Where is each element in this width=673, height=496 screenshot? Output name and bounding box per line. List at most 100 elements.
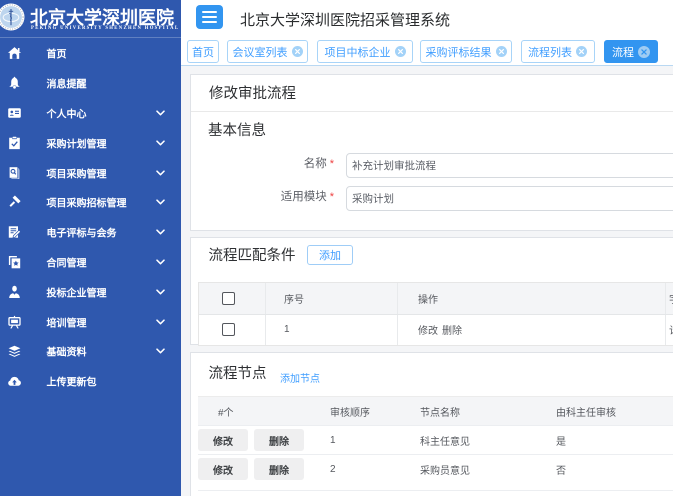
close-icon[interactable] [576,46,587,57]
sidebar-item-messages[interactable]: 消息提醒 [0,68,181,98]
sidebar-menu: 首页 消息提醒 个人中心 [0,39,181,397]
chevron-down-icon [156,198,165,207]
add-condition-button[interactable]: 添加 [307,245,353,265]
sidebar-item-bidders[interactable]: 投标企业管理 [0,277,181,307]
basic-info-card: 修改审批流程 基本信息 名称* 适用模块* [190,74,673,231]
field-label-name: 名称* [191,155,334,171]
flow-nodes-card: 流程节点 添加节点 #个 审核顺序 节点名称 由科主任审核 修改 删除 1 科主… [190,352,673,496]
sidebar-item-contracts[interactable]: 合同管理 [0,247,181,277]
gavel-icon [8,196,21,209]
clipboard-check-icon [8,136,21,149]
sidebar-item-label: 投标企业管理 [47,284,107,299]
sidebar-item-label: 培训管理 [47,314,87,329]
row-order: 2 [330,464,336,475]
column-header-name: 节点名称 [420,408,460,419]
divider [191,111,673,112]
field-label-module: 适用模块* [191,188,334,204]
required-asterisk: * [330,191,334,203]
files-star-icon [8,255,21,268]
close-icon[interactable] [292,46,303,57]
sidebar-item-label: 个人中心 [47,105,87,120]
sidebar-item-label: 上传更新包 [47,374,97,389]
sidebar-item-label: 合同管理 [47,254,87,269]
column-header-field: 字段 [669,291,673,306]
sidebar-item-home[interactable]: 首页 [0,39,181,69]
required-asterisk: * [330,158,334,170]
menu-toggle-button[interactable] [196,5,223,29]
section-heading-match-conditions: 流程匹配条件 [209,248,296,264]
tab-home[interactable]: 首页 [187,40,219,63]
chevron-down-icon [156,168,165,177]
sidebar-item-label: 项目采购管理 [47,165,107,180]
sidebar-item-label: 消息提醒 [47,76,87,91]
select-all-checkbox[interactable] [222,292,235,305]
hamburger-icon [202,11,217,13]
chevron-down-icon [156,317,165,326]
table-row: 修改 删除 2 采购员意见 否 [198,455,673,491]
delete-button[interactable]: 删除 [254,458,304,480]
tab-meeting-rooms[interactable]: 会议室列表 [227,40,308,63]
sidebar-item-label: 采购计划管理 [47,135,107,150]
sidebar-item-label: 首页 [47,46,67,61]
row-index: 1 [284,324,290,335]
close-icon[interactable] [638,46,650,58]
sidebar-item-upload-package[interactable]: 上传更新包 [0,366,181,396]
flow-nodes-table: #个 审核顺序 节点名称 由科主任审核 修改 删除 1 科主任意见 是 修改 删… [198,396,673,491]
chevron-down-icon [156,138,165,147]
column-header-ops: #个 [218,404,234,419]
module-input[interactable] [346,186,673,211]
table-row: 修改 删除 1 科主任意见 是 [198,426,673,455]
table-header-row: 序号 操作 字段 [199,283,673,315]
column-header-ops: 操作 [418,291,438,306]
sidebar-item-tendering[interactable]: 项目采购招标管理 [0,187,181,217]
table-row: 1 修改删除 计划类型 [199,315,673,345]
chevron-down-icon [156,228,165,237]
tab-winning-bidders[interactable]: 项目中标企业 [317,40,413,63]
tab-flow-list[interactable]: 流程列表 [521,40,595,63]
tab-flow[interactable]: 流程 [604,40,658,63]
cloud-upload-icon [8,375,21,388]
add-node-link[interactable]: 添加节点 [280,370,320,385]
row-name: 采购员意见 [420,466,470,477]
bell-icon [8,77,21,90]
sidebar-item-label: 项目采购招标管理 [47,195,127,210]
tab-evaluation-results[interactable]: 采购评标结果 [420,40,512,63]
close-icon[interactable] [496,46,507,57]
presentation-board-icon [8,315,21,328]
chevron-down-icon [156,287,165,296]
sidebar-item-base-data[interactable]: 基础资料 [0,336,181,366]
chevron-down-icon [156,257,165,266]
section-heading-flow-nodes: 流程节点 [209,366,267,382]
sidebar-item-purchase-plan[interactable]: 采购计划管理 [0,128,181,158]
row-field: 计划类型 [669,322,673,337]
sidebar-item-profile[interactable]: 个人中心 [0,98,181,128]
match-conditions-card: 流程匹配条件 添加 序号 操作 字段 1 修改删除 计划类型 [190,237,673,345]
sidebar-item-training[interactable]: 培训管理 [0,307,181,337]
sidebar-item-e-evaluation[interactable]: 电子评标与会务 [0,217,181,247]
row-checkbox[interactable] [222,323,235,336]
app-root: 北京大学深圳医院 PEKING UNIVERSITY SHENZHEN HOSP… [0,0,673,496]
row-dept-review: 否 [556,466,566,477]
column-header-index: 序号 [284,291,304,306]
table-header-row: #个 审核顺序 节点名称 由科主任审核 [198,397,673,426]
document-edit-icon [8,226,21,239]
edit-link[interactable]: 修改 [418,322,438,337]
chevron-down-icon [156,347,165,356]
sidebar-item-label: 电子评标与会务 [47,225,117,240]
id-card-icon [8,106,21,119]
edit-button[interactable]: 修改 [198,429,248,451]
chevron-down-icon [156,108,165,117]
edit-button[interactable]: 修改 [198,458,248,480]
close-icon[interactable] [395,46,406,57]
book-icon [8,166,21,179]
row-name: 科主任意见 [420,437,470,448]
delete-link[interactable]: 删除 [442,322,462,337]
sidebar-item-project-purchase[interactable]: 项目采购管理 [0,158,181,188]
delete-button[interactable]: 删除 [254,429,304,451]
logo-area: 北京大学深圳医院 PEKING UNIVERSITY SHENZHEN HOSP… [0,0,181,38]
name-input[interactable] [346,153,673,178]
page-title: 修改审批流程 [209,86,296,102]
section-heading-basic-info: 基本信息 [208,123,266,139]
match-conditions-table: 序号 操作 字段 1 修改删除 计划类型 [198,282,673,346]
row-dept-review: 是 [556,437,566,448]
